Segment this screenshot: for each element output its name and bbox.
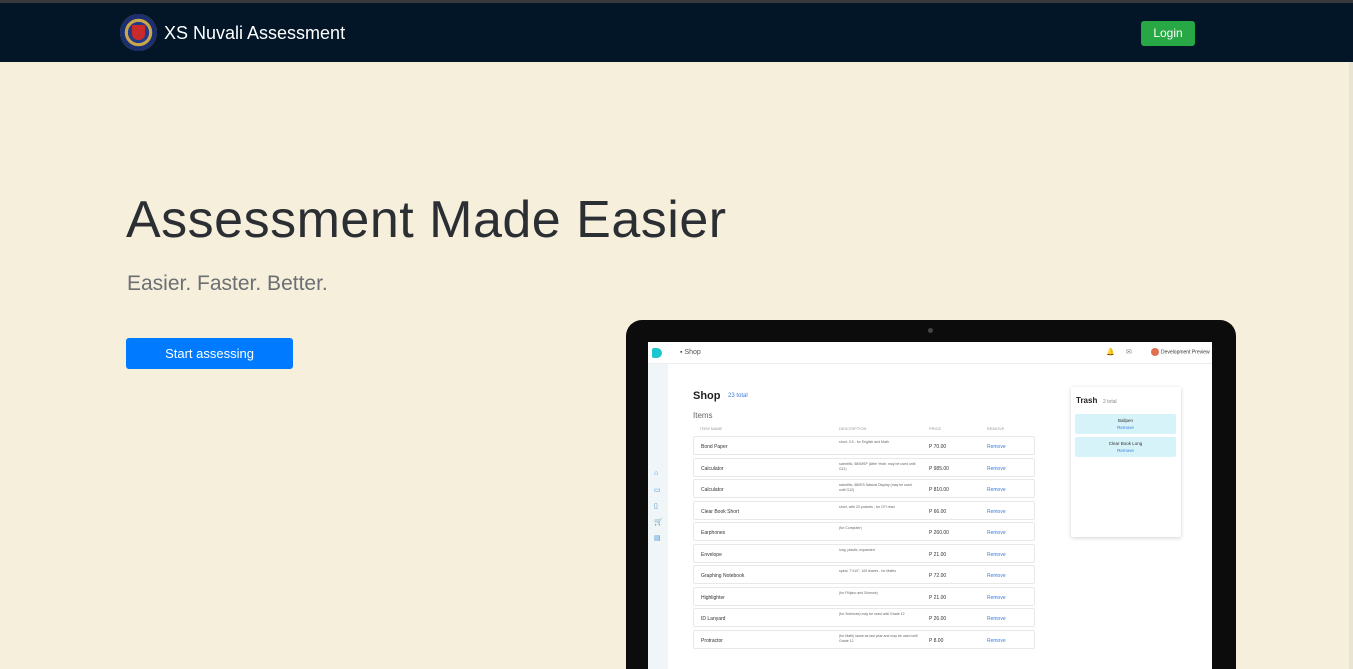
page-scrollbar[interactable] xyxy=(1349,62,1353,669)
remove-link[interactable]: Remove xyxy=(987,616,1006,622)
column-header: PRICE xyxy=(929,426,942,431)
school-seal-logo[interactable] xyxy=(120,14,157,51)
table-row: ID Lanyard (for Sciences) may be used unt… xyxy=(693,608,1035,627)
table-row: Clear Book Short short, with 20 pockets -… xyxy=(693,500,1035,520)
item-price: P 72.00 xyxy=(929,573,947,579)
preview-sidebar: ⌂ ▭ ▯ 🛒 ▤ xyxy=(648,364,668,669)
item-name: Bond Paper xyxy=(701,444,728,450)
table-row: Calculator scientific, 580MSP (After Yeah… xyxy=(693,457,1035,477)
remove-link[interactable]: Remove xyxy=(987,509,1006,515)
remove-link[interactable]: Remove xyxy=(987,487,1006,493)
items-table: Bond Paper short, 0.5 - for English and M… xyxy=(693,436,1035,651)
item-description: (for Filipino and Science) xyxy=(839,590,878,595)
remove-link[interactable]: Remove xyxy=(987,444,1006,450)
item-price: P 21.00 xyxy=(929,594,947,601)
column-header: REMOVE xyxy=(987,426,1005,431)
item-description: short, with 20 pockets - for CFI read xyxy=(839,504,895,509)
trash-total: 2 total xyxy=(1103,399,1117,405)
start-assessing-button[interactable]: Start assessing xyxy=(126,338,293,369)
item-description: spiral, 7"x10", 100 leaves - for Maths xyxy=(839,569,896,573)
remove-link[interactable]: Remove xyxy=(987,530,1006,536)
item-description: long, plastic, expanded xyxy=(839,547,875,552)
avatar xyxy=(1151,348,1159,356)
item-price: P 8.00 xyxy=(929,637,944,644)
remove-link[interactable]: Remove xyxy=(987,552,1006,558)
mail-icon: ✉ xyxy=(1126,349,1132,356)
item-price: P 66.00 xyxy=(929,508,947,515)
shop-title: Shop xyxy=(693,390,721,402)
table-row: Protractor (for Math) same as last year a… xyxy=(693,629,1035,649)
card-icon: ▭ xyxy=(654,487,661,494)
trash-remove-link[interactable]: Remove xyxy=(1075,425,1176,430)
item-name: Highlighter xyxy=(701,594,725,601)
table-row: Earphones (for Computer) P 260.00 Remove xyxy=(693,522,1035,541)
item-name: Clear Book Short xyxy=(701,508,740,515)
item-name: Graphing Notebook xyxy=(701,573,745,579)
home-icon: ⌂ xyxy=(654,470,659,477)
item-price: P 985.00 xyxy=(929,465,949,472)
column-header: ITEM NAME xyxy=(700,426,723,431)
item-price: P 810.00 xyxy=(929,487,949,493)
laptop-camera xyxy=(928,328,933,333)
item-name: Earphones xyxy=(701,530,726,536)
laptop-mockup: ▪ Shop 🔔 ✉ Development Preview ⌂ ▭ ▯ 🛒 ▤… xyxy=(626,320,1236,669)
item-name: Envelope xyxy=(701,551,722,558)
trash-item-name: Clear Book Long xyxy=(1108,441,1143,446)
item-name: Protractor xyxy=(701,637,723,644)
table-row: Calculator scientific, 680ES Natural Disp… xyxy=(693,479,1035,498)
item-price: P 70.00 xyxy=(929,444,947,450)
items-label: Items xyxy=(693,411,713,420)
trash-item-name: Ballpen xyxy=(1117,418,1133,423)
login-button[interactable]: Login xyxy=(1141,21,1195,46)
table-row: Graphing Notebook spiral, 7"x10", 100 lea… xyxy=(693,565,1035,584)
preview-breadcrumb: ▪ Shop xyxy=(680,349,701,356)
trash-title: Trash xyxy=(1076,396,1098,405)
list-icon: ▤ xyxy=(654,535,661,542)
remove-link[interactable]: Remove xyxy=(987,595,1006,601)
cart-icon: 🛒 xyxy=(654,519,663,526)
item-description: (for Computer) xyxy=(839,526,862,530)
shop-total: 23 total xyxy=(728,393,748,399)
remove-link[interactable]: Remove xyxy=(987,466,1006,472)
table-row: Highlighter (for Filipino and Science) P 2… xyxy=(693,586,1035,606)
item-price: P 26.00 xyxy=(929,616,947,622)
item-description: scientific, 580MSP (After Yeah: may be u… xyxy=(839,461,916,471)
item-description: (for Sciences) may be used until Grade 1… xyxy=(839,612,905,616)
item-name: Calculator xyxy=(701,487,724,493)
preview-topbar: ▪ Shop 🔔 ✉ Development Preview xyxy=(648,342,1212,364)
item-name: ID Lanyard xyxy=(701,616,726,622)
trash-item: Ballpen Remove xyxy=(1075,414,1176,434)
hero-subtitle: Easier. Faster. Better. xyxy=(127,272,328,295)
brand-name[interactable]: XS Nuvali Assessment xyxy=(164,23,345,44)
bell-icon: 🔔 xyxy=(1106,349,1115,356)
table-row: Bond Paper short, 0.5 - for English and M… xyxy=(693,436,1035,455)
trash-panel: Trash 2 total Ballpen Remove Clear Book … xyxy=(1071,387,1181,537)
document-icon: ▯ xyxy=(654,503,658,510)
app-logo-icon xyxy=(652,348,662,358)
trash-remove-link[interactable]: Remove xyxy=(1075,448,1176,453)
item-description: (for Math) same as last year and may be … xyxy=(839,633,918,643)
hero-title: Assessment Made Easier xyxy=(126,191,727,249)
remove-link[interactable]: Remove xyxy=(987,573,1006,579)
trash-item: Clear Book Long Remove xyxy=(1075,437,1176,457)
app-preview-screen: ▪ Shop 🔔 ✉ Development Preview ⌂ ▭ ▯ 🛒 ▤… xyxy=(648,342,1212,669)
table-row: Envelope long, plastic, expanded P 21.00 Re… xyxy=(693,543,1035,563)
item-name: Calculator xyxy=(701,465,724,472)
remove-link[interactable]: Remove xyxy=(987,638,1006,644)
column-header: DESCRIPTION xyxy=(839,426,867,431)
item-price: P 260.00 xyxy=(929,530,949,536)
navbar: XS Nuvali Assessment Login xyxy=(0,3,1353,62)
item-description: short, 0.5 - for English and Math xyxy=(839,440,889,444)
preview-user: Development Preview xyxy=(1151,348,1210,356)
item-description: scientific, 680ES Natural Display (may b… xyxy=(839,483,912,492)
item-price: P 21.00 xyxy=(929,551,947,558)
